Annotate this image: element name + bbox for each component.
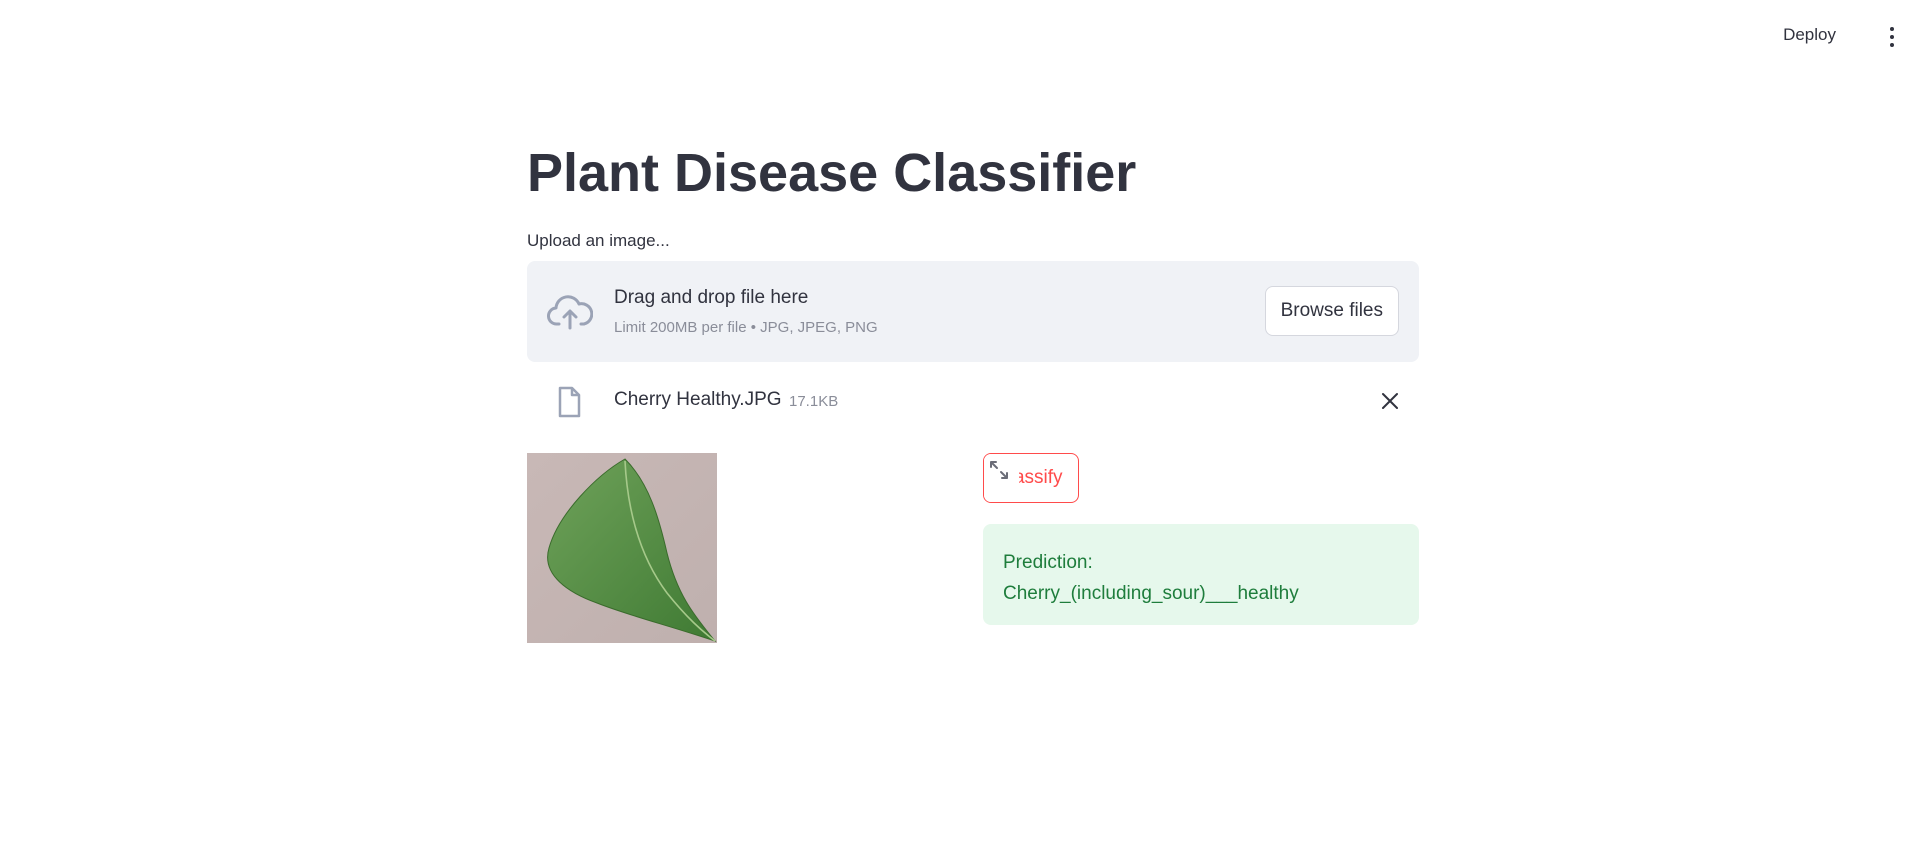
file-name: Cherry Healthy.JPG <box>614 389 782 410</box>
dropzone-title: Drag and drop file here <box>614 287 809 308</box>
deploy-button[interactable]: Deploy <box>1783 25 1836 45</box>
file-dropzone[interactable]: Drag and drop file here Limit 200MB per … <box>527 261 1419 362</box>
prediction-alert: Prediction: Cherry_(including_sour)___he… <box>983 524 1419 625</box>
close-icon[interactable] <box>1381 392 1399 410</box>
uploaded-file-row: Cherry Healthy.JPG 17.1KB <box>527 380 1419 422</box>
uploaded-leaf-image <box>527 453 717 643</box>
cloud-upload-icon <box>547 295 593 330</box>
fullscreen-icon[interactable] <box>988 459 1010 481</box>
dropzone-limits: Limit 200MB per file • JPG, JPEG, PNG <box>614 319 878 336</box>
file-icon <box>558 386 581 418</box>
page-title: Plant Disease Classifier <box>527 143 1137 203</box>
more-vertical-icon[interactable] <box>1882 22 1902 52</box>
uploader-label: Upload an image... <box>527 231 670 250</box>
browse-files-button[interactable]: Browse files <box>1264 286 1399 336</box>
prediction-value: Cherry_(including_sour)___healthy <box>1003 583 1299 604</box>
top-toolbar: Deploy <box>0 0 1920 75</box>
file-size: 17.1KB <box>789 393 839 410</box>
prediction-heading: Prediction: <box>1003 552 1093 573</box>
